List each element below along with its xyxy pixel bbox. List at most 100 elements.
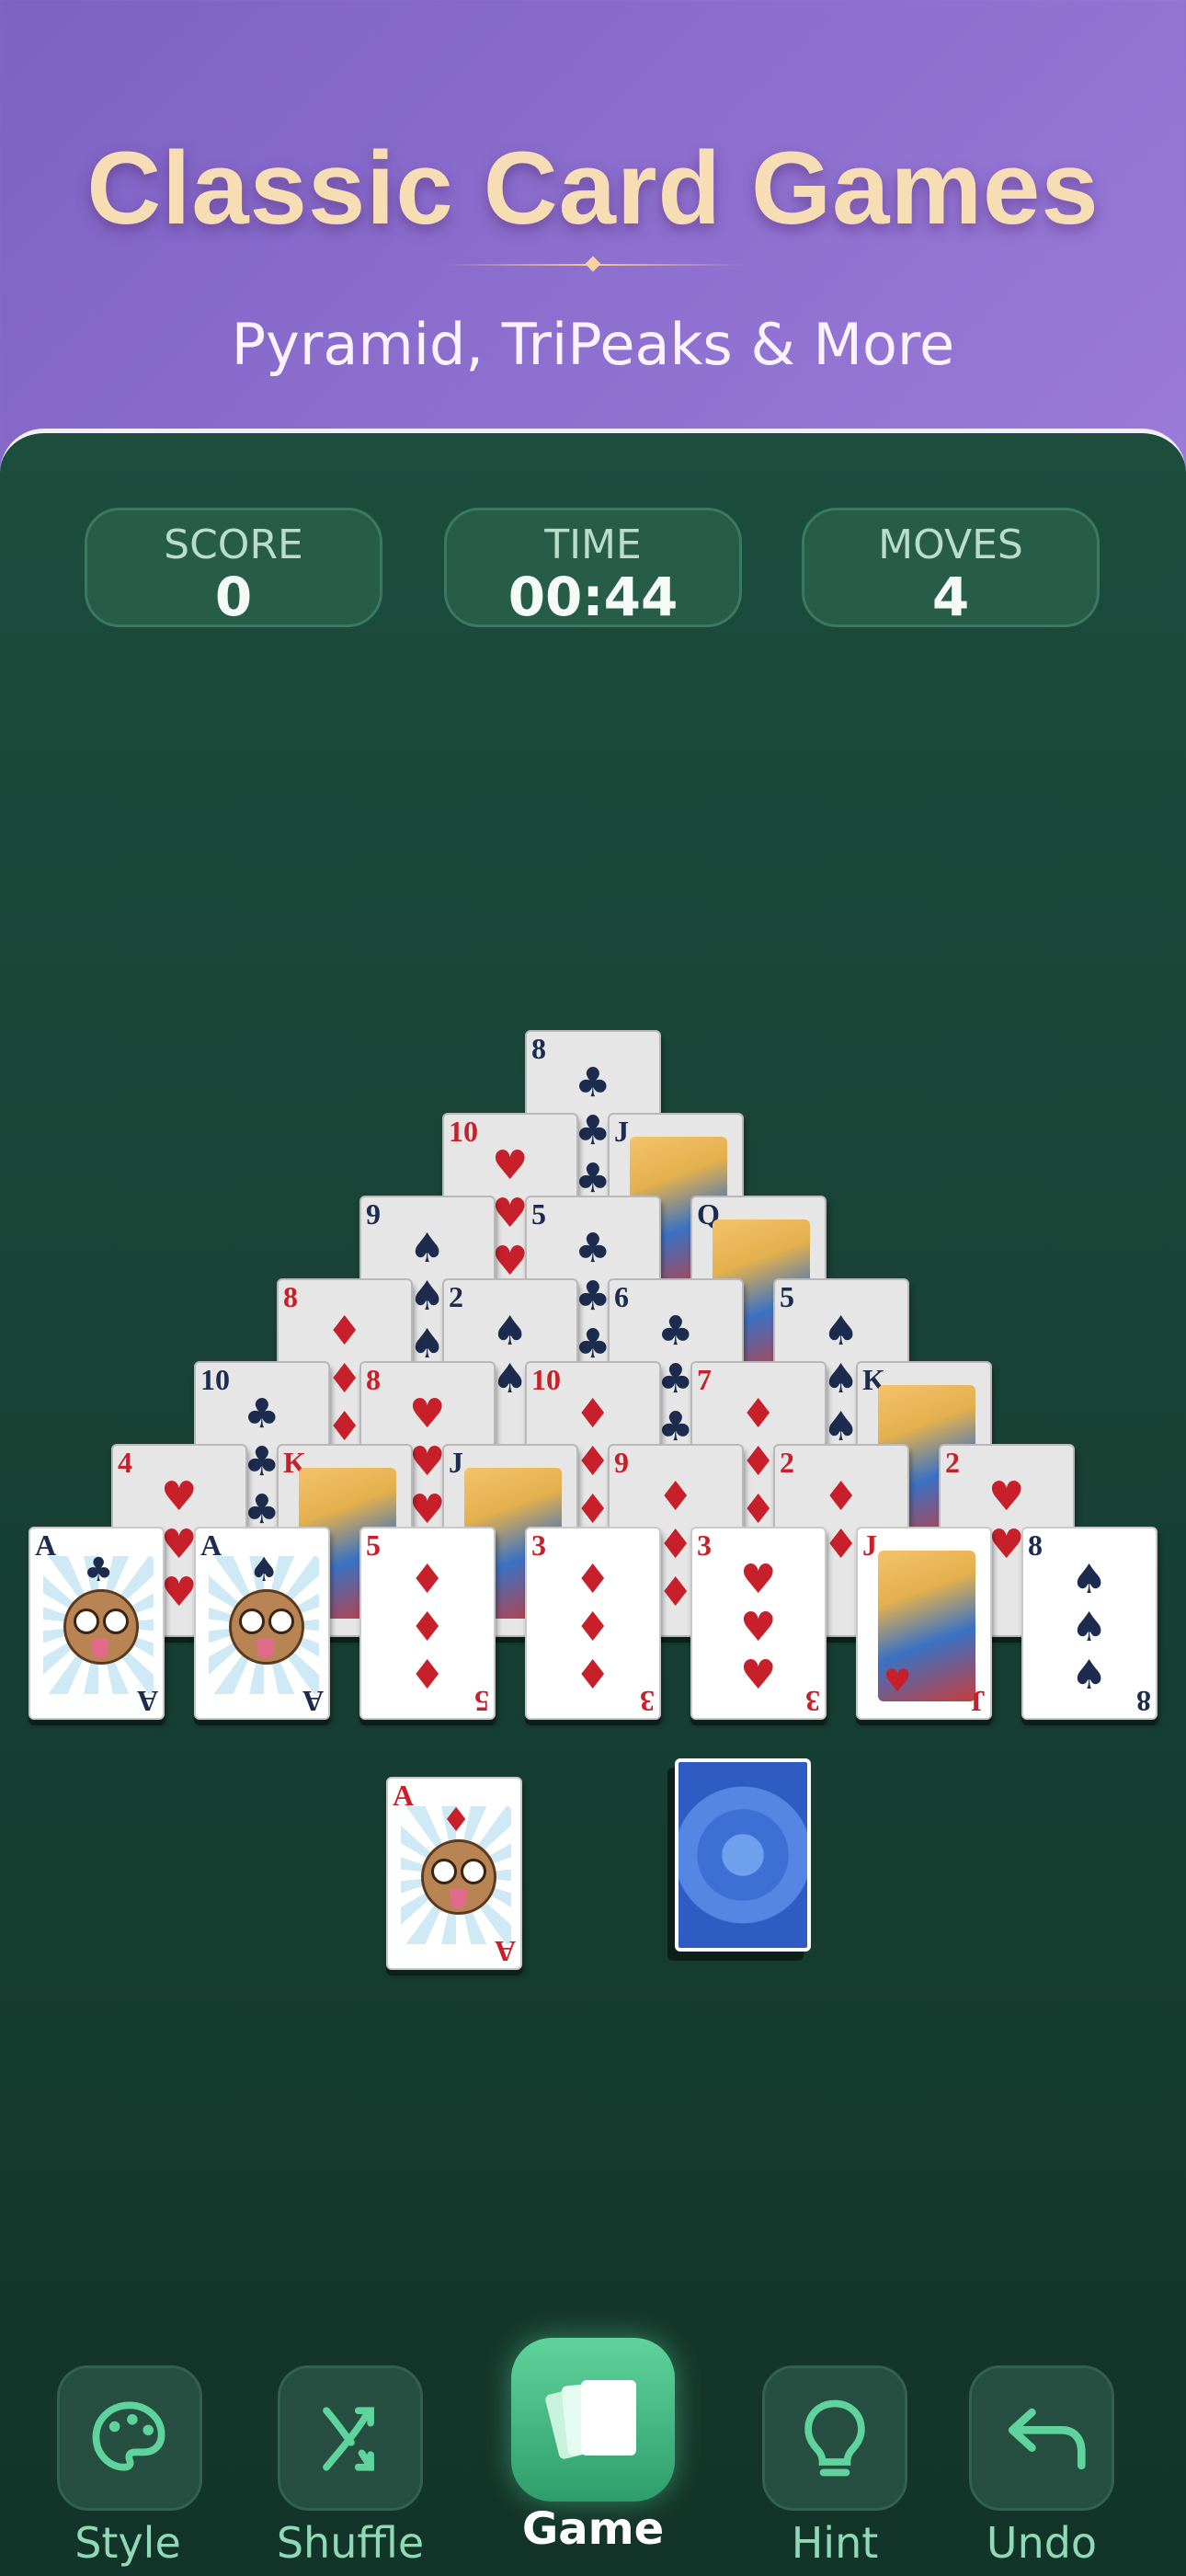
card-suit: ♦ xyxy=(823,1521,860,1568)
pug-face-icon xyxy=(63,1589,139,1665)
card-suit: ♣ xyxy=(244,1438,280,1485)
card-suit: ♣ xyxy=(244,1486,280,1533)
card-rank: 2 xyxy=(945,1446,960,1479)
card-suit: ♥ xyxy=(740,1652,777,1699)
pug-tongue xyxy=(92,1638,108,1658)
score-panel: SCORE 0 xyxy=(85,508,382,627)
score-label: SCORE xyxy=(164,521,303,568)
card-rank-corner: A xyxy=(302,1685,324,1718)
card-rank: 6 xyxy=(614,1280,629,1313)
waste-card[interactable]: A ♦ A xyxy=(386,1777,522,1970)
card-suit: ♦ xyxy=(409,1556,446,1603)
card-rank: 5 xyxy=(531,1197,546,1231)
style-button[interactable] xyxy=(57,2365,202,2511)
hint-button[interactable] xyxy=(762,2365,907,2511)
card-suit: ♠ xyxy=(409,1273,446,1320)
pyramid-card[interactable]: 3 ♦ ♦ ♦ 3 xyxy=(525,1527,661,1720)
pug-face-icon xyxy=(229,1589,304,1665)
card-rank-corner: 3 xyxy=(805,1685,820,1718)
pyramid-card[interactable]: A ♣ A xyxy=(29,1527,165,1720)
hero-diamond-ornament xyxy=(585,256,601,272)
pug-face-icon xyxy=(421,1839,496,1915)
card-suit: ♣ xyxy=(657,1308,694,1355)
game-button[interactable] xyxy=(511,2338,675,2502)
card-suit: ♠ xyxy=(249,1551,279,1589)
pyramid-card[interactable]: 3 ♥ ♥ ♥ 3 xyxy=(690,1527,827,1720)
card-suit: ♣ xyxy=(575,1107,611,1154)
card-suit: ♠ xyxy=(823,1403,860,1450)
stock-pile[interactable] xyxy=(675,1758,811,1952)
shuffle-icon xyxy=(323,2407,374,2471)
card-rank-corner: A xyxy=(136,1685,158,1718)
card-rank: 9 xyxy=(366,1197,381,1231)
shuffle-button[interactable] xyxy=(278,2365,423,2511)
card-suit: ♣ xyxy=(575,1273,611,1320)
card-suit: ♣ xyxy=(575,1225,611,1272)
card-suit: ♠ xyxy=(1071,1652,1108,1699)
card-suit: ♦ xyxy=(575,1604,611,1651)
card-rank: 5 xyxy=(366,1528,381,1562)
hero-title: Classic Card Games xyxy=(86,131,1100,246)
card-suit: ♦ xyxy=(823,1473,860,1520)
card-suit: ♦ xyxy=(326,1356,363,1402)
pyramid-card[interactable]: A ♠ A xyxy=(194,1527,330,1720)
card-suit: ♥ xyxy=(740,1556,777,1603)
game-button-label: Game xyxy=(521,2503,665,2555)
card-rank-corner: 8 xyxy=(1136,1685,1151,1718)
card-suit: ♦ xyxy=(657,1521,694,1568)
card-suit: ♦ xyxy=(740,1391,777,1437)
hint-button-label: Hint xyxy=(791,2518,879,2568)
moves-label: MOVES xyxy=(878,521,1023,568)
pug-eye xyxy=(268,1609,294,1634)
pug-eye xyxy=(461,1859,486,1884)
card-suit: ♦ xyxy=(326,1403,363,1450)
cards-icon xyxy=(545,2380,636,2459)
moves-value: 4 xyxy=(931,566,970,628)
pyramid-card[interactable]: 8 ♠ ♠ ♠ 8 xyxy=(1021,1527,1157,1720)
card-suit: ♦ xyxy=(575,1556,611,1603)
card-rank: 10 xyxy=(200,1363,230,1396)
pug-royal-art: ♥ xyxy=(878,1551,975,1701)
card-rank: J xyxy=(449,1446,463,1479)
card-suit: ♠ xyxy=(1071,1604,1108,1651)
card-suit: ♠ xyxy=(1071,1556,1108,1603)
card-suit: ♣ xyxy=(575,1059,611,1106)
card-suit: ♣ xyxy=(84,1551,114,1589)
card-rank: 4 xyxy=(118,1446,132,1479)
card-suit: ♥ xyxy=(492,1238,529,1285)
pug-ace-art: ♦ xyxy=(401,1802,511,1944)
card-suit: ♣ xyxy=(657,1403,694,1450)
pyramid-card[interactable]: 5 ♦ ♦ ♦ 5 xyxy=(359,1527,496,1720)
moves-panel: MOVES 4 xyxy=(802,508,1100,627)
style-button-label: Style xyxy=(74,2518,181,2568)
pug-ace-art: ♣ xyxy=(43,1551,154,1694)
card-suit: ♥ xyxy=(409,1391,446,1437)
shuffle-button-label: Shuffle xyxy=(276,2518,425,2568)
pug-tongue xyxy=(450,1888,466,1908)
pug-eye xyxy=(239,1609,265,1634)
card-suit: ♥ xyxy=(161,1569,198,1616)
card-suit: ♣ xyxy=(657,1356,694,1402)
undo-button[interactable] xyxy=(969,2365,1114,2511)
card-suit: ♦ xyxy=(575,1391,611,1437)
card-suit: ♦ xyxy=(409,1604,446,1651)
card-rank-corner: 3 xyxy=(640,1685,655,1718)
card-suit: ♥ xyxy=(492,1190,529,1237)
palette-icon xyxy=(92,2401,165,2471)
card-rank: 7 xyxy=(697,1363,712,1396)
time-value: 00:44 xyxy=(507,566,679,628)
card-rank: 8 xyxy=(1028,1528,1043,1562)
card-suit: ♥ xyxy=(740,1604,777,1651)
lightbulb-icon xyxy=(804,2399,865,2477)
pug-eye xyxy=(74,1609,99,1634)
card-suit: ♦ xyxy=(575,1438,611,1485)
pyramid-card[interactable]: J ♥ J xyxy=(856,1527,992,1720)
card-suit: ♥ xyxy=(492,1142,529,1189)
card-suit: ♥ xyxy=(884,1663,912,1700)
card-suit: ♠ xyxy=(409,1321,446,1368)
hero-subtitle: Pyramid, TriPeaks & More xyxy=(231,311,955,378)
card-rank-corner: 5 xyxy=(474,1685,489,1718)
card-rank: 8 xyxy=(366,1363,381,1396)
card-suit: ♦ xyxy=(409,1652,446,1699)
card-suit: ♠ xyxy=(409,1225,446,1272)
